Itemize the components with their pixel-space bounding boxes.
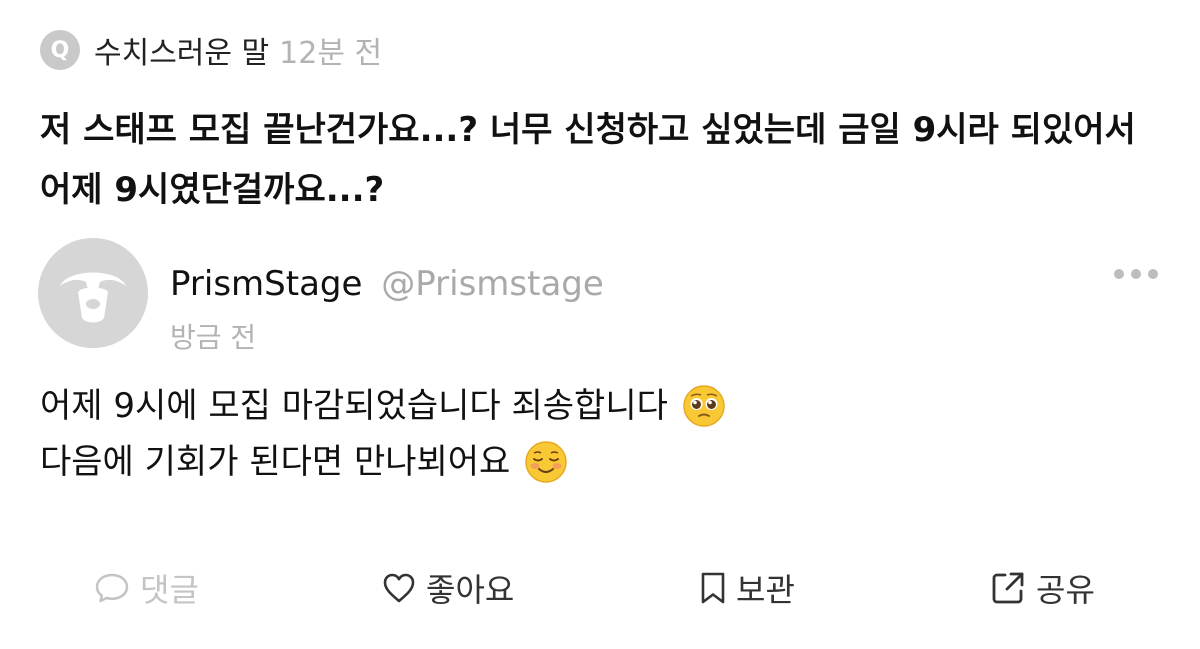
question-badge-icon: Q <box>40 30 80 70</box>
share-icon <box>992 572 1024 604</box>
answerer-name[interactable]: PrismStage <box>170 264 362 304</box>
asker-name[interactable]: 수치스러운 말 <box>94 28 269 72</box>
question-time: 12분 전 <box>279 36 383 71</box>
save-button[interactable]: 보관 <box>700 560 795 616</box>
answer-time: 방금 전 <box>170 321 257 354</box>
answer-line: 다음에 기회가 된다면 만나뵈어요 <box>40 434 1160 490</box>
speech-bubble-icon <box>95 573 129 603</box>
question-badge-letter: Q <box>50 37 70 63</box>
share-label: 공유 <box>1036 571 1095 609</box>
more-options-button[interactable] <box>1114 264 1158 284</box>
dog-avatar-icon <box>38 238 148 348</box>
answerer-handle[interactable]: @Prismstage <box>381 264 604 304</box>
save-label: 보관 <box>736 571 795 609</box>
heart-icon <box>383 573 415 603</box>
like-button[interactable]: 좋아요 <box>382 560 514 616</box>
like-label: 좋아요 <box>426 571 515 609</box>
avatar[interactable] <box>38 238 148 348</box>
answer-line-text: 어제 9시에 모집 마감되었습니다 죄송합니다 <box>40 386 668 426</box>
share-button[interactable]: 공유 <box>990 560 1095 616</box>
question-text: 저 스태프 모집 끝난건가요...? 너무 신청하고 싶었는데 금일 9시라 되… <box>40 110 1136 210</box>
answerer-line: PrismStage @Prismstage <box>170 264 604 304</box>
smiling-face-icon <box>525 441 568 483</box>
answer-line: 어제 9시에 모집 마감되었습니다 죄송합니다 <box>40 378 1160 434</box>
more-dot <box>1131 269 1141 279</box>
more-horizontal-icon <box>1114 269 1124 279</box>
more-dot <box>1148 269 1158 279</box>
comment-label: 댓글 <box>140 571 199 609</box>
pleading-face-icon <box>683 385 725 427</box>
answer-line-text: 다음에 기회가 된다면 만나뵈어요 <box>40 442 511 482</box>
answer-header: PrismStage @Prismstage 방금 전 <box>38 238 1158 358</box>
action-bar: 댓글 좋아요 보관 공유 <box>0 560 1200 616</box>
question-header: Q 수치스러운 말 12분 전 <box>40 28 383 72</box>
answer-text: 어제 9시에 모집 마감되었습니다 죄송합니다 다음에 기회가 된다면 만나뵈어… <box>40 378 1160 490</box>
bookmark-icon <box>701 572 725 604</box>
comment-button[interactable]: 댓글 <box>94 560 199 616</box>
